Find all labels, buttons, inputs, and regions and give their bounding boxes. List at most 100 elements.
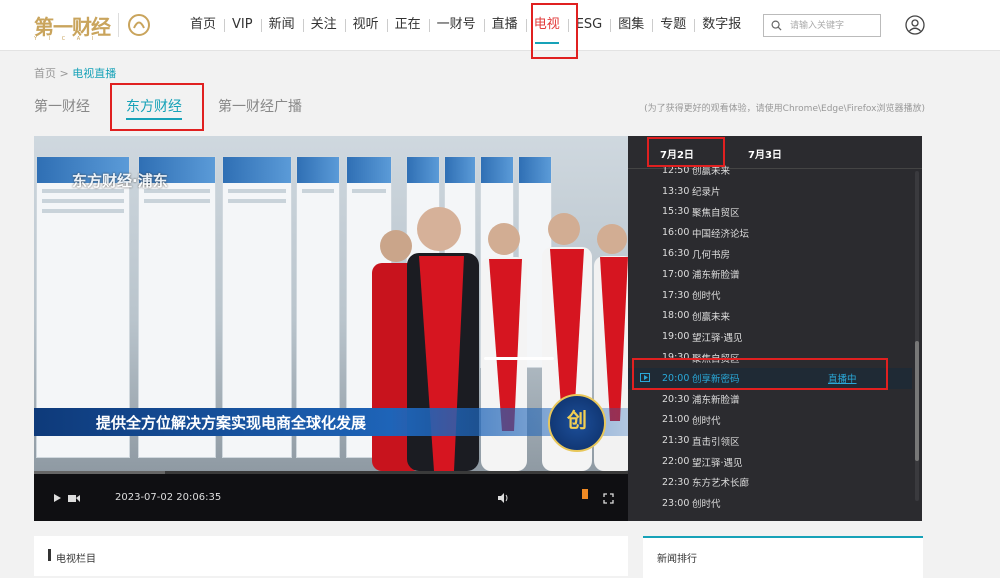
schedule-row[interactable]: 19:30 聚焦自贸区: [628, 347, 912, 368]
schedule-time: 20:00: [662, 372, 690, 384]
schedule-program-name: 望江驿·遇见: [692, 457, 743, 469]
schedule-row[interactable]: 17:00 浦东新脸谱: [628, 264, 912, 285]
schedule-row[interactable]: 12:50 创赢未来: [628, 160, 912, 181]
schedule-row[interactable]: 22:00 望江驿·遇见: [628, 451, 912, 472]
scrollbar-thumb[interactable]: [915, 341, 919, 461]
channel-tab-1[interactable]: 东方财经: [126, 96, 182, 120]
play-icon[interactable]: [52, 493, 62, 503]
schedule-program-name: 望江驿·遇见: [692, 332, 743, 344]
program-badge: 创: [548, 394, 606, 452]
schedule-time: 15:30: [662, 206, 690, 218]
breadcrumb-home[interactable]: 首页: [34, 67, 56, 80]
schedule-program-name: 创时代: [692, 499, 721, 511]
live-now-link[interactable]: 直播中: [828, 371, 857, 385]
volume-knob[interactable]: [582, 489, 588, 499]
schedule-row[interactable]: 21:30 直击引领区: [628, 430, 912, 451]
schedule-time: 18:00: [662, 310, 690, 322]
nav-item-6[interactable]: 一财号: [428, 0, 484, 50]
schedule-row[interactable]: 15:30 聚焦自贸区: [628, 202, 912, 223]
date-tab-jul3[interactable]: 7月3日: [748, 146, 782, 161]
breadcrumb-separator: >: [59, 67, 69, 80]
program-schedule: 7月2日 7月3日 12:50 创赢未来 13:30 纪录片 15:30 聚焦自贸区 16:…: [628, 136, 922, 521]
schedule-program-name: 中国经济论坛: [692, 228, 750, 240]
schedule-time: 20:30: [662, 393, 690, 405]
schedule-row[interactable]: 18:00 创赢未来: [628, 306, 912, 327]
breadcrumb: 首页 > 电视直播: [34, 65, 116, 81]
schedule-time: 21:30: [662, 435, 690, 447]
nav-item-11[interactable]: 专题: [652, 0, 694, 50]
schedule-program-name: 创赢未来: [692, 311, 731, 323]
stream-timestamp: 2023-07-02 20:06:35: [115, 492, 222, 503]
browser-notice: (为了获得更好的观看体验，请使用Chrome\Edge\Firefox浏览器播放…: [644, 104, 925, 114]
nav-item-9[interactable]: ESG: [567, 0, 611, 50]
schedule-row[interactable]: 16:30 几何书房: [628, 243, 912, 264]
schedule-program-name: 直击引领区: [692, 436, 740, 448]
logo-divider: [118, 13, 119, 37]
nav-item-8[interactable]: 电视: [525, 0, 568, 50]
nav-item-1[interactable]: VIP: [224, 0, 261, 50]
logo-subtext: Y I C A I: [34, 36, 99, 42]
nav-item-2[interactable]: 新闻: [260, 0, 303, 50]
volume-icon[interactable]: [497, 492, 509, 504]
schedule-time: 17:00: [662, 268, 690, 280]
schedule-row[interactable]: 17:30 创时代: [628, 285, 912, 306]
schedule-time: 16:30: [662, 248, 690, 260]
schedule-program-name: 创时代: [692, 291, 721, 303]
schedule-time: 13:30: [662, 185, 690, 197]
volume-slider[interactable]: [484, 357, 554, 360]
schedule-scrollbar[interactable]: [915, 171, 919, 501]
user-avatar-icon[interactable]: [905, 15, 925, 39]
schedule-row[interactable]: 20:00 创享新密码 直播中: [628, 367, 912, 389]
site-logo[interactable]: 第一财经 Y I C A I: [34, 12, 151, 42]
schedule-row[interactable]: 23:00 创时代: [628, 493, 912, 514]
schedule-row[interactable]: 19:00 望江驿·遇见: [628, 326, 912, 347]
schedule-time: 22:30: [662, 476, 690, 488]
schedule-row[interactable]: 13:30 纪录片: [628, 181, 912, 202]
nav-item-12[interactable]: 数字报: [694, 0, 749, 50]
video-player[interactable]: 东方财经·浦东 提供全方位解决方案实现电商全球化发展 创 2023-07-02 …: [34, 136, 628, 521]
schedule-row[interactable]: 22:30 东方艺术长廊: [628, 472, 912, 493]
schedule-time: 16:00: [662, 227, 690, 239]
nav-item-5[interactable]: 正在: [386, 0, 429, 50]
channel-tab-2[interactable]: 第一财经广播: [218, 96, 302, 120]
fullscreen-icon[interactable]: [603, 493, 614, 504]
schedule-program-name: 创享新密码: [692, 374, 740, 386]
breadcrumb-current: 电视直播: [72, 67, 117, 80]
schedule-program-name: 聚焦自贸区: [692, 353, 740, 365]
nav-item-3[interactable]: 关注: [302, 0, 345, 50]
schedule-program-name: 东方艺术长廊: [692, 478, 750, 490]
schedule-list: 12:50 创赢未来 13:30 纪录片 15:30 聚焦自贸区 16:00 中国经济论坛 16…: [628, 160, 912, 514]
schedule-program-name: 浦东新脸谱: [692, 395, 740, 407]
schedule-program-name: 几何书房: [692, 249, 731, 261]
schedule-row[interactable]: 16:00 中国经济论坛: [628, 222, 912, 243]
camera-icon[interactable]: [68, 494, 80, 503]
search-icon: [771, 20, 782, 31]
schedule-row[interactable]: 20:30 浦东新脸谱: [628, 389, 912, 410]
schedule-time: 17:30: [662, 289, 690, 301]
channel-tabs: 第一财经 东方财经 第一财经广播: [34, 96, 338, 120]
schedule-time: 12:50: [662, 164, 690, 176]
schedule-time: 19:00: [662, 331, 690, 343]
schedule-program-name: 创时代: [692, 415, 721, 427]
anniversary-logo-icon: [127, 13, 151, 37]
news-ranking-panel: 新闻排行: [643, 536, 923, 578]
schedule-row[interactable]: 21:00 创时代: [628, 410, 912, 431]
schedule-program-name: 浦东新脸谱: [692, 270, 740, 282]
panel-title-bar: [48, 549, 51, 561]
date-tab-jul2[interactable]: 7月2日: [660, 146, 694, 161]
video-caption: 提供全方位解决方案实现电商全球化发展: [96, 414, 367, 432]
schedule-time: 19:30: [662, 352, 690, 364]
schedule-time: 23:00: [662, 497, 690, 509]
schedule-program-name: 创赢未来: [692, 166, 731, 178]
nav-item-10[interactable]: 图集: [610, 0, 652, 50]
now-playing-icon: [640, 372, 650, 382]
news-ranking-title: 新闻排行: [657, 554, 697, 565]
nav-item-0[interactable]: 首页: [182, 0, 224, 50]
search-input[interactable]: [788, 19, 880, 32]
channel-watermark: 东方财经·浦东: [72, 172, 168, 190]
search-box[interactable]: [763, 14, 881, 37]
nav-item-7[interactable]: 直播: [483, 0, 526, 50]
nav-item-4[interactable]: 视听: [344, 0, 387, 50]
channel-tab-0[interactable]: 第一财经: [34, 96, 90, 120]
video-frame[interactable]: 东方财经·浦东 提供全方位解决方案实现电商全球化发展 创: [34, 136, 628, 471]
